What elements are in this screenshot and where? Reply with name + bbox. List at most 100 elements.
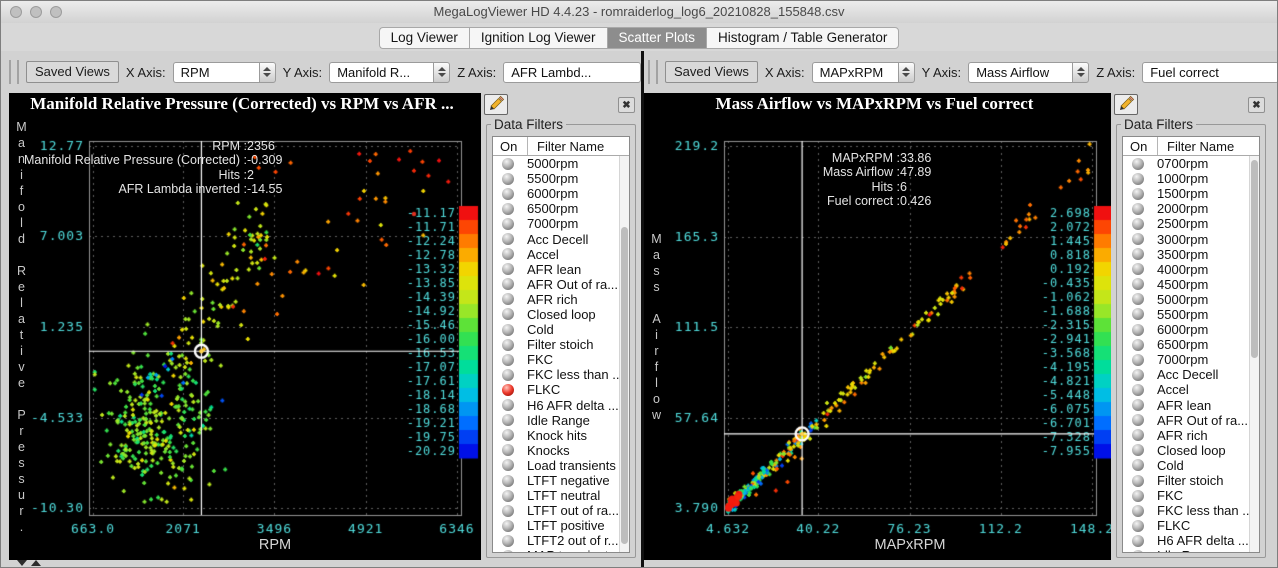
filter-row[interactable]: Idle Range (1123, 548, 1249, 552)
filter-toggle-ball-icon[interactable] (502, 383, 514, 396)
filter-toggle-ball-icon[interactable] (502, 353, 514, 366)
filter-toggle-ball-icon[interactable] (502, 414, 514, 427)
filter-row[interactable]: 4500rpm (1123, 277, 1249, 292)
filter-row[interactable]: 6500rpm (1123, 337, 1249, 352)
filter-row[interactable]: LTFT neutral (493, 488, 619, 503)
filter-row[interactable]: Knock hits (493, 428, 619, 443)
filter-toggle-ball-icon[interactable] (1132, 233, 1144, 246)
filter-row[interactable]: Filter stoich (493, 337, 619, 352)
filter-toggle-ball-icon[interactable] (1132, 474, 1144, 487)
filter-row[interactable]: LTFT negative (493, 473, 619, 488)
filter-toggle-ball-icon[interactable] (502, 504, 514, 517)
filter-row[interactable]: AFR lean (1123, 398, 1249, 413)
filter-toggle-ball-icon[interactable] (502, 278, 514, 291)
filter-toggle-ball-icon[interactable] (502, 202, 514, 215)
filter-row[interactable]: 6500rpm (493, 201, 619, 216)
filter-row[interactable]: FKC less than ... (1123, 503, 1249, 518)
filter-row[interactable]: AFR Out of ra... (1123, 413, 1249, 428)
filter-toggle-ball-icon[interactable] (1132, 157, 1144, 170)
filter-row[interactable]: AFR lean (493, 262, 619, 277)
filter-toggle-ball-icon[interactable] (502, 534, 514, 547)
close-icon[interactable]: ✖ (1248, 97, 1265, 113)
filter-toggle-ball-icon[interactable] (502, 248, 514, 261)
filter-row[interactable]: 5000rpm (1123, 292, 1249, 307)
filter-toggle-ball-icon[interactable] (1132, 368, 1144, 381)
edit-pencil-button[interactable] (1114, 94, 1138, 115)
filter-toggle-ball-icon[interactable] (502, 172, 514, 185)
filter-toggle-ball-icon[interactable] (1132, 429, 1144, 442)
filter-row[interactable]: FKC (1123, 488, 1249, 503)
stepper-icon[interactable] (897, 61, 915, 83)
filter-toggle-ball-icon[interactable] (502, 217, 514, 230)
filter-toggle-ball-icon[interactable] (502, 429, 514, 442)
filter-toggle-ball-icon[interactable] (1132, 293, 1144, 306)
filter-row[interactable]: 3000rpm (1123, 231, 1249, 247)
saved-views-button[interactable]: Saved Views (26, 61, 119, 83)
filter-row[interactable]: AFR rich (493, 292, 619, 307)
filter-row[interactable]: Knocks (493, 443, 619, 458)
toolbar-grip-icon[interactable] (648, 60, 658, 84)
filter-row[interactable]: H6 AFR delta ... (1123, 533, 1249, 548)
z-axis-field[interactable]: Fuel correct (1142, 61, 1277, 83)
filter-row[interactable]: Cold (1123, 458, 1249, 473)
filter-toggle-ball-icon[interactable] (1132, 459, 1144, 472)
filter-row[interactable]: AFR Out of ra... (493, 277, 619, 292)
filter-row[interactable]: 5500rpm (493, 171, 619, 186)
filter-toggle-ball-icon[interactable] (1132, 534, 1144, 547)
filter-row[interactable]: 6000rpm (493, 186, 619, 201)
filter-row[interactable]: Closed loop (1123, 443, 1249, 458)
filter-toggle-ball-icon[interactable] (502, 549, 514, 552)
filter-toggle-ball-icon[interactable] (502, 338, 514, 351)
filter-toggle-ball-icon[interactable] (1132, 308, 1144, 321)
filter-toggle-ball-icon[interactable] (502, 399, 514, 412)
filter-row[interactable]: 7000rpm (493, 216, 619, 231)
x-axis-select[interactable]: MAPxRPM (811, 61, 915, 83)
filter-toggle-ball-icon[interactable] (502, 323, 514, 336)
filter-toggle-ball-icon[interactable] (502, 444, 514, 457)
filter-toggle-ball-icon[interactable] (502, 187, 514, 200)
filter-toggle-ball-icon[interactable] (502, 459, 514, 472)
filter-row[interactable]: 2000rpm (1123, 201, 1249, 216)
filter-toggle-ball-icon[interactable] (1132, 263, 1144, 276)
filter-toggle-ball-icon[interactable] (502, 474, 514, 487)
scrollbar-thumb[interactable] (621, 227, 628, 545)
filter-toggle-ball-icon[interactable] (502, 368, 514, 381)
filter-row[interactable]: 1000rpm (1123, 171, 1249, 186)
filter-toggle-ball-icon[interactable] (502, 489, 514, 502)
filter-row[interactable]: 7000rpm (1123, 352, 1249, 367)
filter-toggle-ball-icon[interactable] (1132, 338, 1144, 351)
filter-row[interactable]: Accel (1123, 382, 1249, 397)
filter-row[interactable]: FLKC (1123, 518, 1249, 533)
tab-ignition-log-viewer[interactable]: Ignition Log Viewer (468, 27, 607, 49)
filter-row[interactable]: 5500rpm (1123, 307, 1249, 322)
filter-toggle-ball-icon[interactable] (1132, 504, 1144, 517)
filter-row[interactable]: LTFT out of ra... (493, 503, 619, 518)
stepper-icon[interactable] (258, 61, 276, 83)
filter-toggle-ball-icon[interactable] (1132, 248, 1144, 261)
tab-histogram-table-generator[interactable]: Histogram / Table Generator (706, 27, 900, 49)
filter-row[interactable]: Idle Range (493, 413, 619, 428)
saved-views-button[interactable]: Saved Views (665, 61, 758, 83)
filter-row[interactable]: MAP transients (493, 548, 619, 552)
filter-row[interactable]: Acc Decell (1123, 367, 1249, 382)
filter-toggle-ball-icon[interactable] (1132, 187, 1144, 200)
tab-log-viewer[interactable]: Log Viewer (378, 27, 469, 49)
filter-toggle-ball-icon[interactable] (1132, 353, 1144, 366)
filter-toggle-ball-icon[interactable] (1132, 489, 1144, 502)
filter-toggle-ball-icon[interactable] (502, 308, 514, 321)
filter-row[interactable]: 5000rpm (493, 156, 619, 171)
filter-row[interactable]: Cold (493, 322, 619, 337)
filter-row[interactable]: LTFT positive (493, 518, 619, 533)
filter-toggle-ball-icon[interactable] (502, 519, 514, 532)
filter-row[interactable]: Filter stoich (1123, 473, 1249, 488)
filter-row[interactable]: AFR rich (1123, 428, 1249, 443)
filter-toggle-ball-icon[interactable] (502, 157, 514, 170)
filter-toggle-ball-icon[interactable] (1132, 323, 1144, 336)
stepper-icon[interactable] (1072, 61, 1090, 83)
edit-pencil-button[interactable] (484, 94, 508, 115)
filter-toggle-ball-icon[interactable] (502, 293, 514, 306)
filter-row[interactable]: FKC (493, 352, 619, 367)
filter-scrollbar[interactable] (1249, 156, 1259, 552)
filter-toggle-ball-icon[interactable] (1132, 444, 1144, 457)
filter-toggle-ball-icon[interactable] (502, 263, 514, 276)
